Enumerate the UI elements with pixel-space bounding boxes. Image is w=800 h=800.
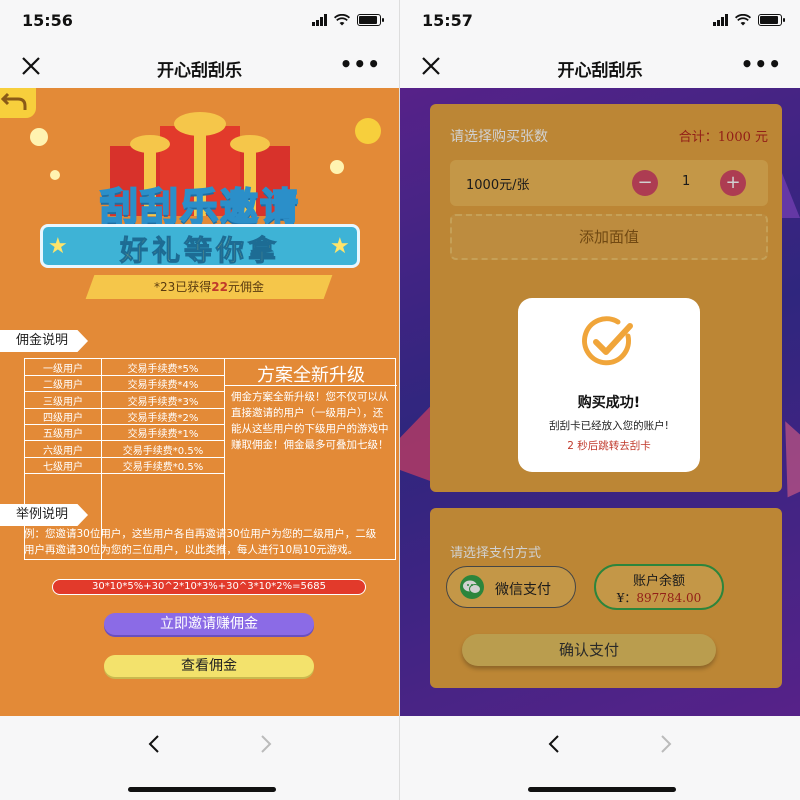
success-check-icon bbox=[582, 316, 633, 366]
more-icon[interactable]: ••• bbox=[340, 54, 381, 74]
home-indicator bbox=[528, 787, 676, 792]
wifi-icon bbox=[334, 14, 350, 26]
example-text: 例：您邀请30位用户，这些用户各自再邀请30位用户为您的二级用户，二级用户再邀请… bbox=[24, 528, 377, 556]
commission-section-label: 佣金说明 bbox=[0, 330, 89, 352]
battery-icon bbox=[758, 14, 785, 26]
dialog-title: 购买成功! bbox=[577, 395, 641, 411]
user-level-cell: 一级用户 bbox=[43, 364, 83, 375]
signal-icon bbox=[713, 14, 728, 26]
status-bar: 15:56 bbox=[0, 0, 399, 44]
decor-dot bbox=[355, 118, 381, 144]
forward-icon[interactable] bbox=[654, 732, 678, 756]
decor-dot bbox=[30, 128, 48, 146]
left-phone-screen: 15:56 开心刮刮乐 ••• 刮刮乐邀请 好礼等你拿 ★ ★ *23已获得22… bbox=[0, 0, 400, 800]
gain-amount: 22 bbox=[211, 280, 228, 294]
back-icon[interactable] bbox=[542, 732, 566, 756]
return-button[interactable] bbox=[0, 88, 36, 118]
star-icon: ★ bbox=[330, 234, 350, 259]
nav-bar: 开心刮刮乐 ••• bbox=[400, 44, 800, 88]
formula-banner: 30*10*5%+30^2*10*3%+30^3*10*2%=5685 bbox=[52, 579, 366, 595]
forward-icon[interactable] bbox=[254, 732, 278, 756]
table-row: 六级用户 交易手续费*0.5% bbox=[25, 442, 225, 458]
fee-rate-cell: 交易手续费*0.5% bbox=[122, 445, 204, 457]
gain-suffix: 元佣金 bbox=[227, 280, 264, 294]
right-phone-screen: 15:57 开心刮刮乐 ••• 请选择购买张数 合计：1000 元 1000元/… bbox=[400, 0, 800, 800]
table-row: 五级用户 交易手续费*1% bbox=[25, 425, 225, 442]
purchase-success-dialog: 购买成功! 刮刮卡已经放入您的账户! 2 秒后跳转去刮卡 bbox=[518, 298, 700, 472]
return-arrow-icon bbox=[0, 92, 27, 110]
dialog-message: 刮刮卡已经放入您的账户! bbox=[549, 420, 669, 432]
fee-rate-cell: 交易手续费*5% bbox=[127, 364, 199, 375]
invite-button[interactable]: 立即邀请赚佣金 bbox=[104, 613, 314, 635]
home-indicator bbox=[128, 787, 276, 792]
table-row: 三级用户 交易手续费*3% bbox=[25, 393, 225, 409]
battery-icon bbox=[357, 14, 384, 26]
fee-rate-cell: 交易手续费*3% bbox=[127, 396, 199, 408]
table-row: 二级用户 交易手续费*4% bbox=[25, 376, 225, 393]
user-level-cell: 二级用户 bbox=[43, 380, 83, 392]
view-commission-button[interactable]: 查看佣金 bbox=[104, 655, 314, 677]
purchase-page: 请选择购买张数 合计：1000 元 1000元/张 − 1 + 添加面值 请选择… bbox=[400, 88, 800, 716]
browser-toolbar bbox=[0, 716, 399, 800]
example-section-label: 举例说明 bbox=[0, 504, 89, 526]
dialog-redirect-notice: 2 秒后跳转去刮卡 bbox=[567, 440, 651, 452]
user-level-cell: 六级用户 bbox=[43, 445, 83, 457]
status-icons bbox=[713, 14, 785, 26]
upgrade-title: 方案全新升级 bbox=[257, 365, 365, 386]
browser-toolbar bbox=[400, 716, 800, 800]
more-icon[interactable]: ••• bbox=[741, 54, 782, 74]
table-row: 一级用户 交易手续费*5% bbox=[25, 360, 225, 376]
fee-rate-cell: 交易手续费*2% bbox=[127, 412, 199, 424]
nav-bar: 开心刮刮乐 ••• bbox=[0, 44, 399, 88]
table-divider bbox=[225, 385, 397, 386]
status-bar: 15:57 bbox=[400, 0, 800, 44]
decor-dot bbox=[330, 160, 344, 174]
upgrade-description: 佣金方案全新升级！您不仅可以从直接邀请的用户（一级用户），还能从这些用户的下级用… bbox=[231, 391, 389, 451]
wifi-icon bbox=[735, 14, 751, 26]
back-icon[interactable] bbox=[142, 732, 166, 756]
fee-rate-cell: 交易手续费*0.5% bbox=[122, 461, 204, 473]
hero-subtitle-banner: 好礼等你拿 bbox=[40, 224, 360, 268]
fee-rate-cell: 交易手续费*1% bbox=[127, 429, 199, 441]
user-level-cell: 七级用户 bbox=[43, 461, 83, 473]
gain-prefix: *23已获得 bbox=[154, 280, 212, 294]
star-icon: ★ bbox=[48, 234, 68, 259]
status-time: 15:57 bbox=[422, 11, 473, 30]
hero-title: 刮刮乐邀请 bbox=[99, 184, 300, 230]
table-divider bbox=[25, 472, 225, 474]
status-time: 15:56 bbox=[22, 11, 73, 30]
hero-subtitle: 好礼等你拿 bbox=[119, 234, 280, 268]
signal-icon bbox=[312, 14, 327, 26]
status-icons bbox=[312, 14, 384, 26]
invite-page: 刮刮乐邀请 好礼等你拿 ★ ★ *23已获得22元佣金 佣金说明 一级用户交易手… bbox=[0, 88, 399, 716]
user-level-cell: 五级用户 bbox=[43, 429, 83, 441]
fee-rate-cell: 交易手续费*4% bbox=[127, 380, 199, 392]
table-row: 四级用户 交易手续费*2% bbox=[25, 409, 225, 425]
user-level-cell: 四级用户 bbox=[43, 412, 83, 424]
gain-text: *23已获得22元佣金 bbox=[90, 278, 328, 295]
user-level-cell: 三级用户 bbox=[43, 396, 83, 408]
table-row: 七级用户 交易手续费*0.5% bbox=[25, 458, 225, 474]
